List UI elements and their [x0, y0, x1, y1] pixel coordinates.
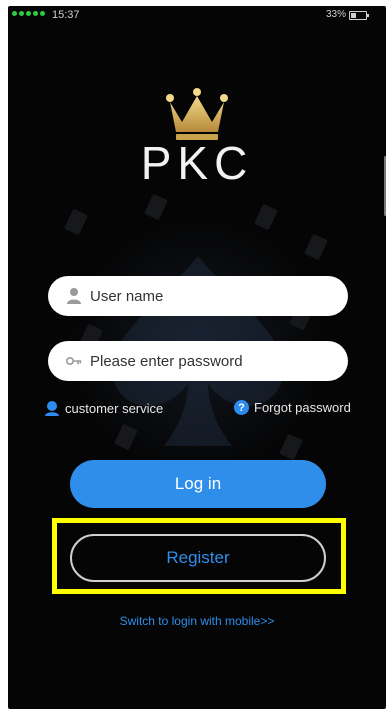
status-time: 15:37	[52, 9, 80, 21]
forgot-password-link[interactable]: ? Forgot password	[234, 400, 351, 415]
status-bar: 15:37 33%	[8, 6, 386, 26]
customer-service-icon	[44, 400, 60, 416]
device-frame: 15:37 33% PKC User name Please enter pas…	[0, 0, 392, 715]
battery-icon	[349, 11, 369, 20]
brand-title: PKC	[140, 137, 254, 189]
question-icon: ?	[234, 400, 249, 415]
forgot-password-label: Forgot password	[254, 400, 351, 415]
customer-service-label: customer service	[65, 400, 164, 416]
app-screen: 15:37 33% PKC User name Please enter pas…	[8, 6, 386, 709]
username-field[interactable]: User name	[48, 276, 348, 316]
card-decoration	[254, 203, 278, 231]
card-decoration	[64, 208, 88, 236]
card-decoration	[304, 233, 328, 261]
login-button[interactable]: Log in	[70, 460, 326, 508]
register-button[interactable]: Register	[70, 534, 326, 582]
username-placeholder: User name	[90, 287, 164, 305]
key-icon	[66, 353, 82, 369]
signal-icon	[12, 11, 45, 16]
card-decoration	[144, 193, 168, 221]
password-field[interactable]: Please enter password	[48, 341, 348, 381]
password-placeholder: Please enter password	[90, 352, 243, 370]
switch-mobile-login-link[interactable]: Switch to login with mobile>>	[8, 614, 386, 628]
battery-percent: 33%	[326, 9, 347, 20]
user-icon	[66, 288, 82, 304]
customer-service-link[interactable]: customer service	[44, 400, 163, 416]
